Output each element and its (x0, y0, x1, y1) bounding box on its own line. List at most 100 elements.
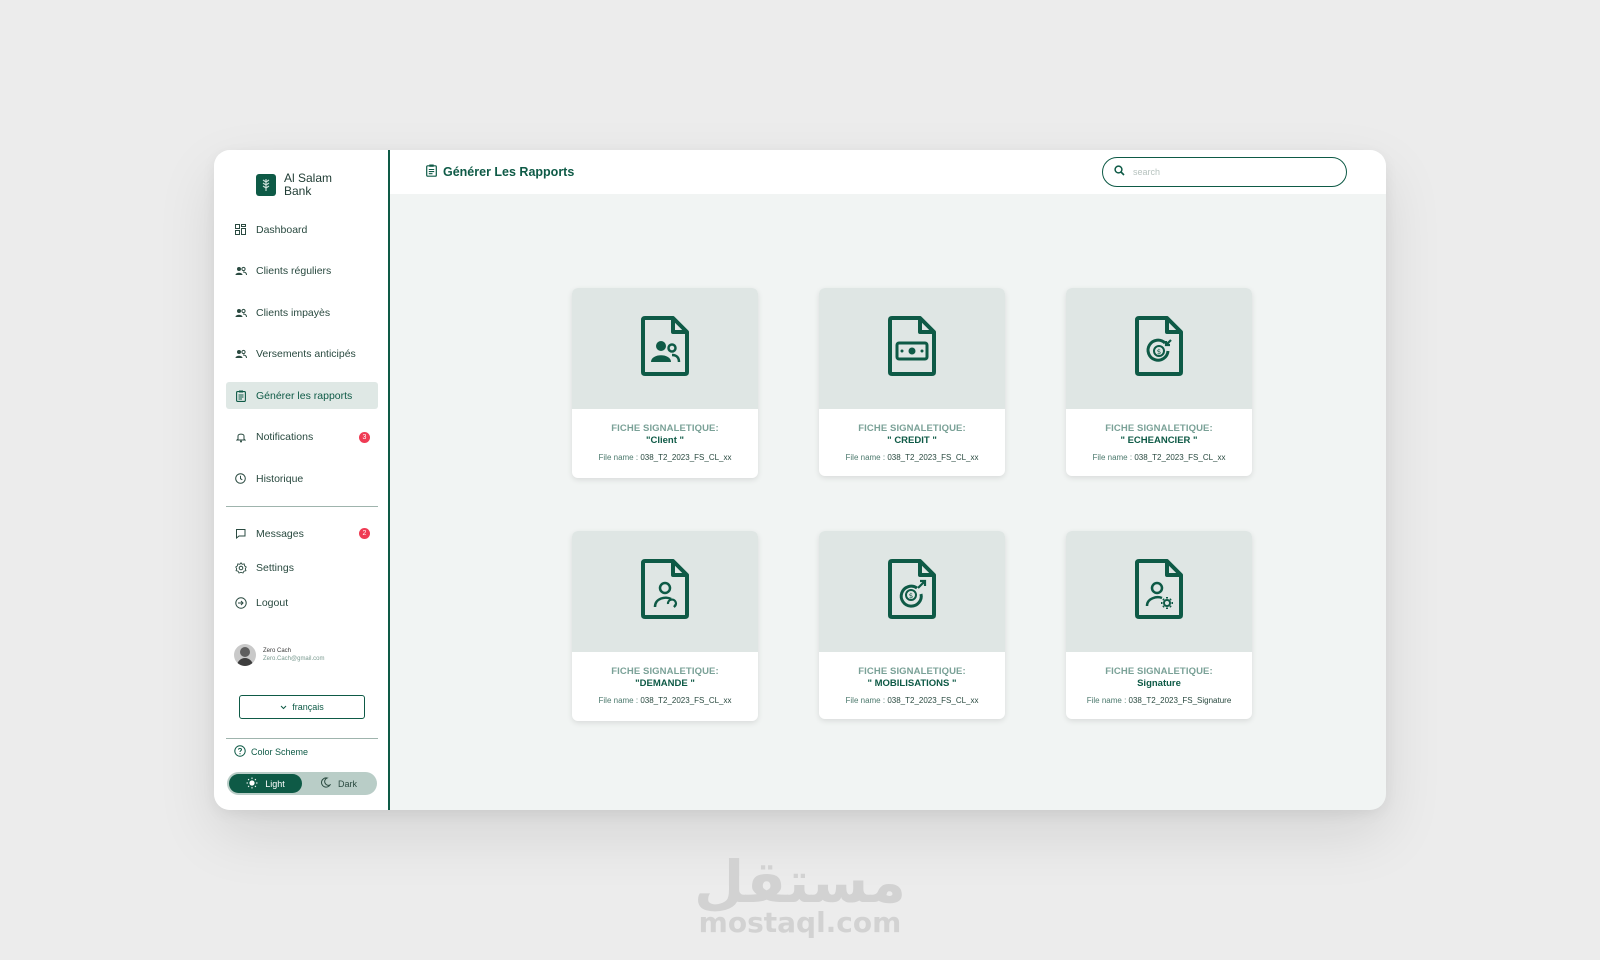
search-input[interactable] (1133, 167, 1333, 177)
report-card-mobilisations[interactable]: $ FICHE SIGNALETIQUE: " MOBILISATIONS " … (819, 531, 1005, 719)
mobilisation-file-icon: $ (888, 559, 936, 624)
report-card-signature[interactable]: FICHE SIGNALETIQUE: Signature File name … (1066, 531, 1252, 719)
chevron-down-icon (280, 702, 287, 712)
card-heading: FICHE SIGNALETIQUE: (1105, 423, 1213, 434)
card-heading: FICHE SIGNALETIQUE: (858, 666, 966, 677)
file-name-label: File name : (845, 696, 886, 705)
top-header: Générer Les Rapports (390, 150, 1386, 194)
sidebar-item-label: Dashboard (256, 223, 308, 236)
schedule-file-icon: $ (1135, 316, 1183, 381)
clock-icon (234, 472, 247, 485)
page-title-text: Générer Les Rapports (443, 165, 575, 179)
language-value: français (292, 702, 324, 712)
sidebar-item-label: Logout (256, 596, 289, 609)
card-name: Signature (1137, 678, 1181, 689)
sidebar-item-clients-reguliers[interactable]: Clients réguliers (226, 258, 378, 285)
users-icon (234, 306, 247, 319)
theme-toggle[interactable]: Light Dark (227, 772, 377, 795)
sidebar-divider (226, 738, 378, 739)
search-box[interactable] (1102, 157, 1347, 187)
file-name-value: 038_T2_2023_FS_CL_xx (887, 453, 979, 462)
message-count-badge: 2 (359, 528, 370, 539)
file-name-value: 038_T2_2023_FS_CL_xx (640, 453, 732, 462)
sidebar-item-label: Versements anticipés (256, 348, 356, 360)
users-icon (234, 265, 247, 278)
brand[interactable]: Al Salam Bank (256, 172, 344, 198)
avatar (234, 644, 256, 666)
report-card-demande[interactable]: FICHE SIGNALETIQUE: "DEMANDE " File name… (572, 531, 758, 721)
page-title: Générer Les Rapports (426, 164, 574, 180)
theme-dark-label: Dark (337, 778, 357, 789)
brand-name: Al Salam Bank (284, 172, 344, 198)
credit-file-icon (888, 316, 936, 381)
brand-line-2: Bank (284, 184, 312, 198)
client-file-icon (641, 316, 689, 381)
card-file-name: File name : 038_T2_2023_FS_CL_xx (572, 696, 758, 705)
sidebar-item-versements-anticipes[interactable]: Versements anticipés (226, 341, 378, 368)
sidebar-item-clients-impayes[interactable]: Clients impayès (226, 299, 378, 326)
card-name: " ECHEANCIER " (1120, 435, 1198, 446)
file-name-label: File name : (1086, 696, 1127, 705)
sidebar-item-label: Clients réguliers (256, 265, 332, 277)
clipboard-icon (426, 164, 437, 180)
sidebar-item-label: Messages (256, 527, 304, 540)
file-name-label: File name : (845, 453, 886, 462)
card-file-name: File name : 038_T2_2023_FS_Signature (1066, 696, 1252, 705)
notification-count-badge: 3 (359, 431, 370, 443)
language-select[interactable]: français (239, 695, 365, 719)
sidebar: Al Salam Bank Dashboard Clients régulier… (214, 150, 390, 810)
user-profile[interactable]: Zero Cach Zero.Cach@gmail.com (234, 644, 324, 666)
sidebar-item-dashboard[interactable]: Dashboard (226, 216, 378, 243)
signature-file-icon (1135, 559, 1183, 624)
file-name-label: File name : (1092, 453, 1133, 462)
logout-icon (234, 596, 247, 609)
sun-icon (246, 777, 258, 791)
app-window: Al Salam Bank Dashboard Clients régulier… (214, 150, 1386, 810)
search-icon (1114, 163, 1125, 181)
card-heading: FICHE SIGNALETIQUE: (611, 423, 719, 434)
sidebar-item-generer-rapports[interactable]: Générer les rapports (226, 382, 378, 409)
svg-text:$: $ (1157, 348, 1161, 356)
gear-icon (234, 562, 247, 575)
card-thumbnail: $ (1066, 288, 1252, 409)
file-name-label: File name : (598, 696, 639, 705)
report-card-echeancier[interactable]: $ FICHE SIGNALETIQUE: " ECHEANCIER " Fil… (1066, 288, 1252, 476)
secondary-nav: Messages 2 Settings Logout (226, 520, 378, 624)
card-thumbnail (819, 288, 1005, 409)
file-name-label: File name : (598, 453, 639, 462)
file-name-value: 038_T2_2023_FS_Signature (1128, 696, 1232, 705)
card-file-name: File name : 038_T2_2023_FS_CL_xx (819, 453, 1005, 462)
sidebar-item-label: Générer les rapports (256, 389, 353, 402)
sidebar-item-label: Settings (256, 562, 294, 574)
sidebar-item-settings[interactable]: Settings (226, 555, 378, 582)
card-thumbnail (572, 288, 758, 409)
sidebar-item-label: Historique (256, 472, 304, 485)
card-name: " CREDIT " (887, 435, 937, 446)
help-circle-icon (234, 745, 246, 759)
sidebar-item-historique[interactable]: Historique (226, 465, 378, 492)
bank-logo-icon (256, 174, 276, 196)
card-name: "DEMANDE " (635, 678, 695, 689)
theme-light-option[interactable]: Light (229, 774, 302, 793)
sidebar-item-label: Clients impayès (256, 306, 331, 319)
svg-text:$: $ (909, 592, 913, 600)
color-scheme-label: Color Scheme (234, 745, 308, 759)
users-icon (234, 348, 247, 361)
color-scheme-text: Color Scheme (251, 747, 309, 757)
card-thumbnail (1066, 531, 1252, 652)
sidebar-item-logout[interactable]: Logout (226, 589, 378, 616)
report-card-credit[interactable]: FICHE SIGNALETIQUE: " CREDIT " File name… (819, 288, 1005, 476)
file-name-value: 038_T2_2023_FS_CL_xx (887, 696, 979, 705)
file-name-value: 038_T2_2023_FS_CL_xx (1134, 453, 1226, 462)
watermark-latin: mostaql.com (698, 906, 902, 939)
theme-dark-option[interactable]: Dark (302, 774, 375, 793)
card-thumbnail: $ (819, 531, 1005, 652)
report-card-client[interactable]: FICHE SIGNALETIQUE: "Client " File name … (572, 288, 758, 478)
card-name: " MOBILISATIONS " (867, 678, 957, 689)
clipboard-icon (234, 389, 247, 402)
card-file-name: File name : 038_T2_2023_FS_CL_xx (572, 453, 758, 462)
sidebar-item-notifications[interactable]: Notifications 3 (226, 424, 378, 451)
sidebar-item-messages[interactable]: Messages 2 (226, 520, 378, 547)
dashboard-icon (234, 223, 247, 236)
profile-email: Zero.Cach@gmail.com (263, 656, 325, 662)
